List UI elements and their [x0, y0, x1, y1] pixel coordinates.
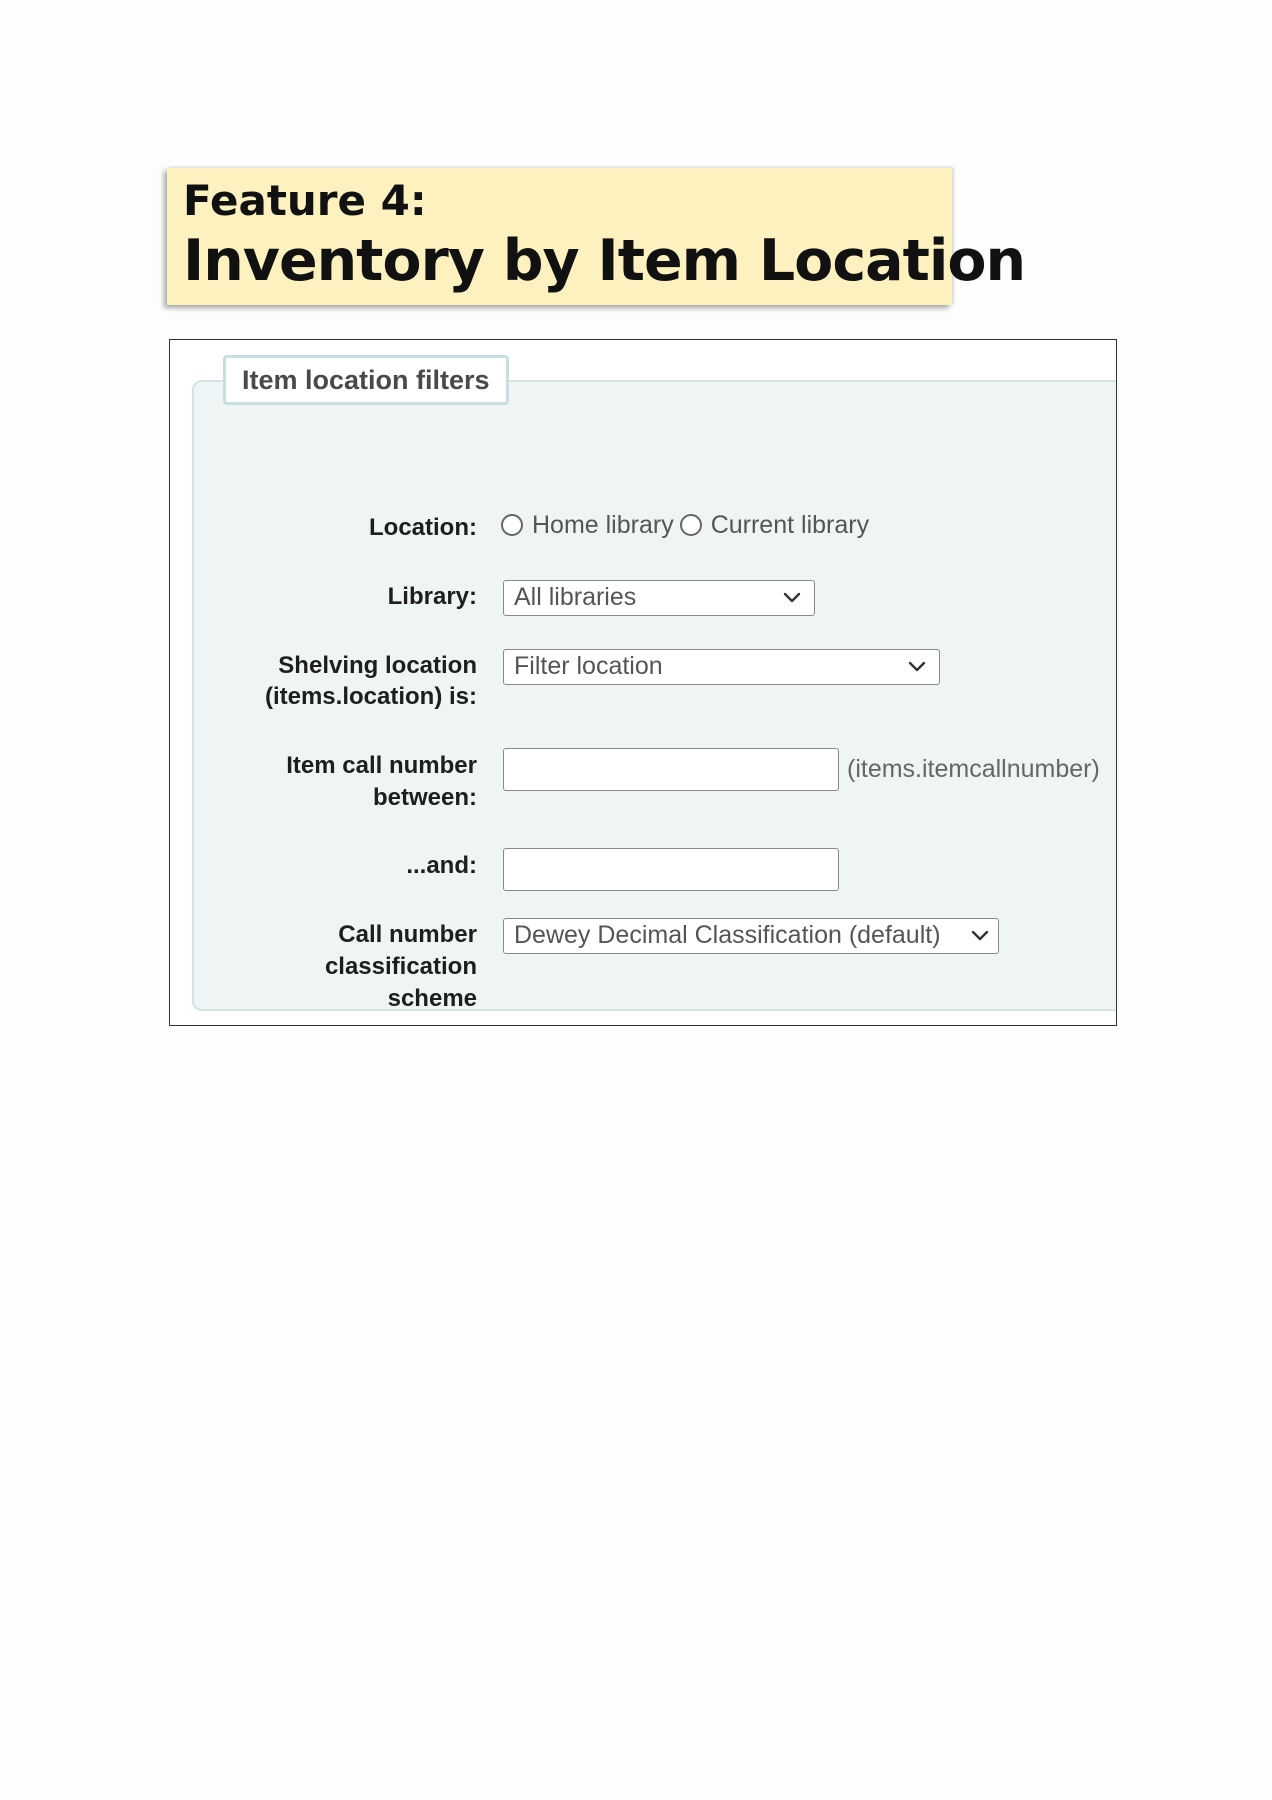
home-library-radio-label[interactable]: Home library	[532, 511, 674, 540]
location-radio-group: Home library Current library	[501, 508, 875, 542]
library-select-value: All libraries	[514, 583, 637, 611]
current-library-radio[interactable]	[679, 514, 702, 536]
classification-scheme-select-value: Dewey Decimal Classification (default)	[514, 921, 941, 949]
shelving-location-label-line1: Shelving location	[278, 652, 477, 679]
shelving-location-label-line2: (items.location) is:	[264, 683, 477, 710]
screenshot-frame: Location: Library: Shelving location (it…	[169, 339, 1117, 1026]
fieldset-legend: Item location filters	[223, 355, 509, 405]
callnumber-from-label-line2: between:	[372, 784, 477, 811]
chevron-down-icon	[908, 661, 926, 672]
scheme-label-line3: scheme	[387, 985, 477, 1012]
callnumber-to-label: ...and:	[406, 852, 477, 879]
classification-scheme-select[interactable]: Dewey Decimal Classification (default)	[503, 918, 999, 954]
chevron-down-icon	[971, 930, 989, 941]
current-library-radio-label[interactable]: Current library	[711, 511, 869, 540]
callnumber-hint: (items.itemcallnumber)	[847, 755, 1100, 783]
shelving-location-select[interactable]: Filter location	[503, 649, 940, 685]
shelving-location-select-value: Filter location	[514, 652, 663, 680]
feature-banner: Feature 4: Inventory by Item Location	[167, 168, 1026, 305]
home-library-radio[interactable]	[501, 514, 523, 536]
scheme-label-line2: classification	[324, 953, 477, 980]
scheme-label-line1: Call number	[338, 921, 477, 948]
feature-headline: Inventory by Item Location	[183, 228, 1026, 294]
library-label: Library:	[387, 583, 477, 610]
chevron-down-icon	[783, 592, 801, 603]
feature-kicker: Feature 4:	[183, 176, 427, 225]
callnumber-from-label-line1: Item call number	[286, 752, 477, 779]
callnumber-from-input[interactable]	[503, 748, 839, 791]
library-select[interactable]: All libraries	[503, 580, 815, 616]
item-location-filters-fieldset: Location: Library: Shelving location (it…	[192, 380, 1116, 1012]
labels-column: Location: Library: Shelving location (it…	[194, 382, 477, 1012]
callnumber-to-input[interactable]	[503, 848, 839, 891]
location-label: Location:	[369, 514, 477, 541]
